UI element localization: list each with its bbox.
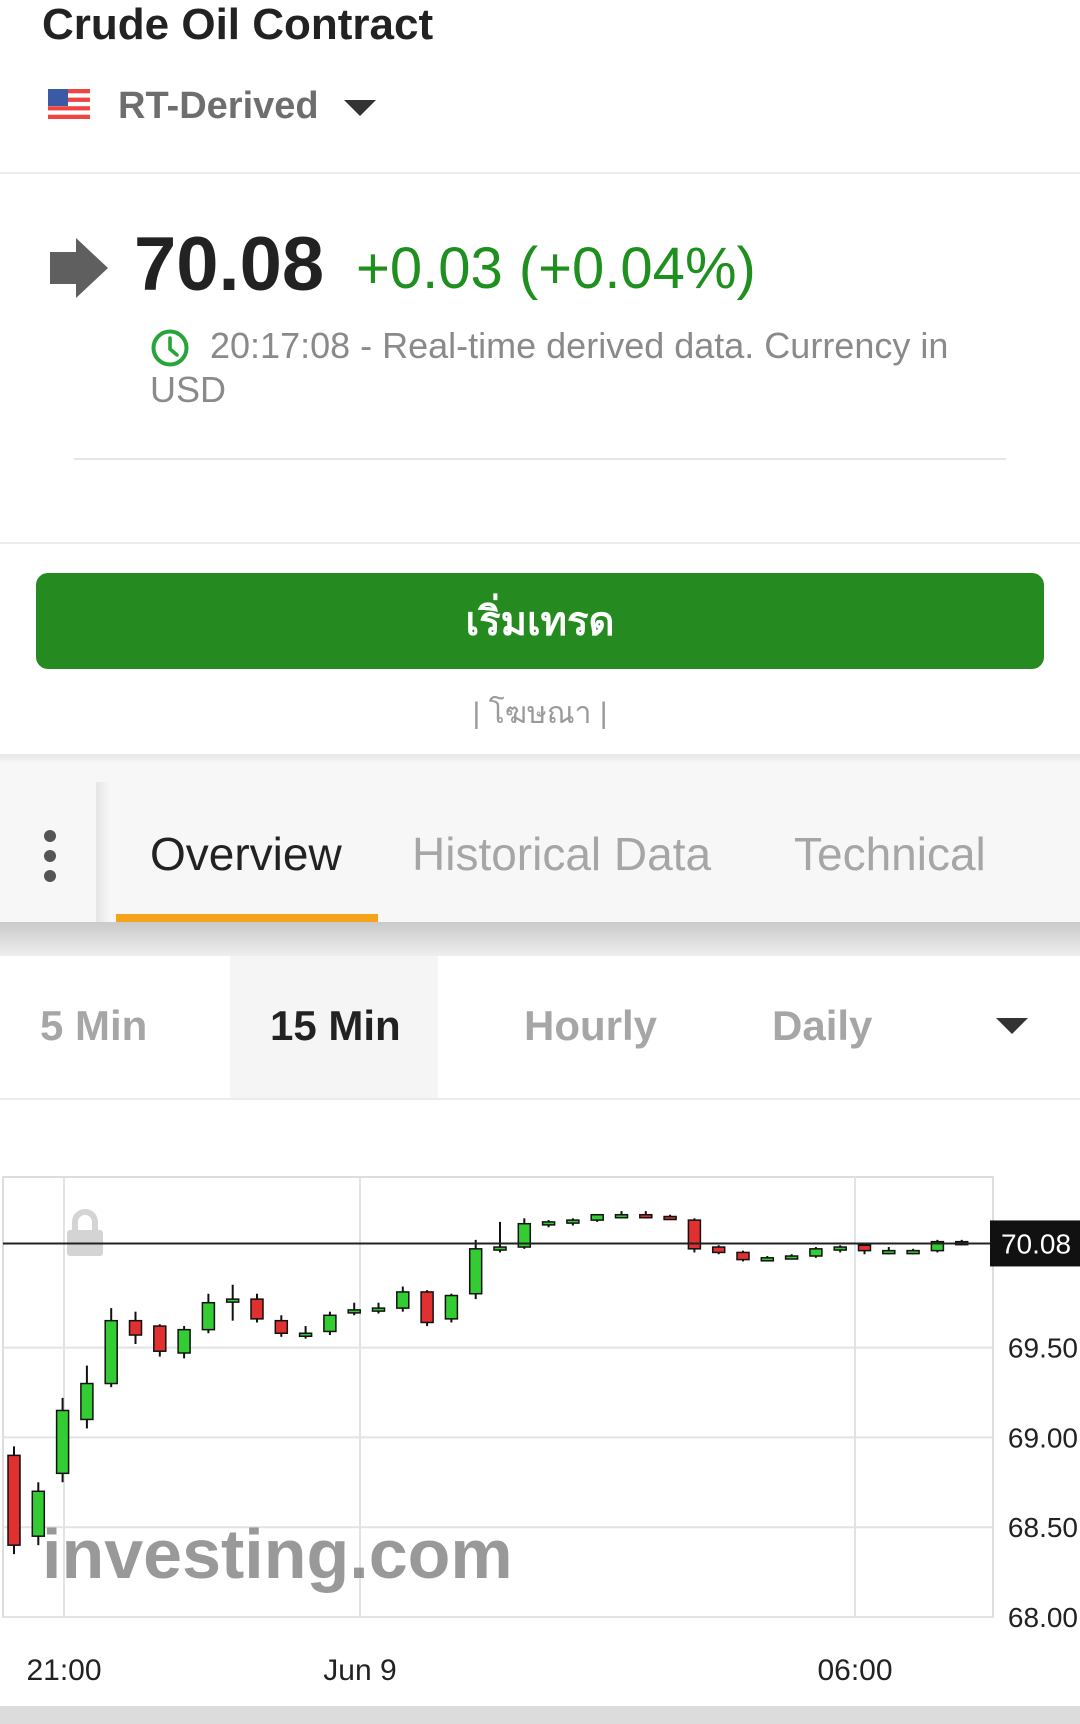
- more-vertical-icon[interactable]: [30, 828, 70, 884]
- divider: [0, 542, 1080, 544]
- divider: [0, 172, 1080, 174]
- tab-overview[interactable]: Overview: [150, 826, 342, 882]
- candle-body: [420, 1291, 434, 1324]
- candle-body: [857, 1244, 872, 1252]
- y-axis: 69.50 69.00 68.50 68.00: [1008, 1333, 1078, 1633]
- y-tick-label: 69.00: [1008, 1422, 1078, 1453]
- bottom-strip: [0, 1706, 1080, 1724]
- candle-body: [274, 1319, 289, 1334]
- page-title: Crude Oil Contract: [42, 0, 434, 49]
- start-trade-button[interactable]: เริ่มเทรด: [36, 573, 1044, 669]
- candle-body: [760, 1257, 775, 1262]
- candle-body: [882, 1249, 896, 1255]
- candle-body: [323, 1314, 337, 1333]
- last-price: 70.08: [134, 222, 325, 307]
- candle-body: [298, 1332, 313, 1337]
- candle-body: [736, 1251, 750, 1261]
- y-tick-label: 68.00: [1008, 1602, 1078, 1633]
- candle-body: [590, 1213, 604, 1221]
- tab-bar-shadow: [96, 782, 110, 922]
- candle-body: [225, 1298, 240, 1303]
- candle-body: [833, 1246, 847, 1251]
- us-flag-icon: [48, 89, 90, 119]
- candle-body: [663, 1215, 677, 1221]
- candle-body: [7, 1454, 21, 1546]
- x-tick-label: 06:00: [817, 1654, 892, 1687]
- divider: [74, 458, 1006, 460]
- interval-5-min[interactable]: 5 Min: [40, 1000, 147, 1052]
- chevron-down-icon[interactable]: [344, 100, 376, 116]
- candle-body: [493, 1246, 507, 1251]
- price-change: +0.03 (+0.04%): [356, 236, 756, 301]
- candle-body: [31, 1490, 46, 1537]
- exchange-selector[interactable]: RT-Derived: [118, 84, 319, 128]
- watermark-logo: investing.com: [42, 1515, 513, 1593]
- candle-body: [55, 1409, 70, 1475]
- section-shadow: [0, 754, 1080, 764]
- candle-body: [906, 1249, 920, 1255]
- candle-body: [784, 1255, 799, 1260]
- interval-15-min[interactable]: 15 Min: [270, 1000, 401, 1052]
- active-tab-indicator: [116, 914, 378, 922]
- candle-body: [566, 1219, 580, 1224]
- x-tick-label: 21:00: [26, 1654, 101, 1687]
- candle-body: [80, 1382, 94, 1421]
- interval-hourly[interactable]: Hourly: [524, 1000, 657, 1052]
- tab-technical[interactable]: Technical: [794, 826, 986, 882]
- candle-body: [396, 1291, 410, 1309]
- candle-body: [104, 1319, 118, 1385]
- y-tick-label: 69.50: [1008, 1333, 1078, 1364]
- candle-body: [371, 1307, 386, 1312]
- section-shadow: [0, 922, 1080, 956]
- candle-body: [347, 1309, 361, 1314]
- candle-body: [128, 1319, 143, 1336]
- interval-daily[interactable]: Daily: [772, 1000, 872, 1052]
- quote-timestamp: 20:17:08 - Real-time derived data. Curre…: [150, 325, 949, 410]
- y-tick-label: 68.50: [1008, 1512, 1078, 1543]
- candle-body: [444, 1294, 459, 1320]
- candle-body: [711, 1246, 726, 1254]
- candle-body: [468, 1248, 483, 1295]
- candle-body: [201, 1301, 216, 1331]
- current-price-label: 70.08: [1001, 1228, 1071, 1259]
- candle-body: [614, 1213, 629, 1219]
- chevron-down-icon[interactable]: [996, 1018, 1028, 1034]
- candle-body: [177, 1328, 191, 1354]
- current-price-tag: 70.08: [990, 1220, 1080, 1267]
- tab-historical-data[interactable]: Historical Data: [412, 826, 711, 882]
- candle-body: [153, 1325, 167, 1352]
- x-axis: 21:00 Jun 9 06:00: [26, 1654, 892, 1687]
- ad-label: | โฆษณา |: [472, 697, 608, 730]
- candle-body: [809, 1248, 823, 1257]
- candle-body: [250, 1298, 264, 1320]
- candle-body: [639, 1213, 653, 1219]
- candle-body: [687, 1219, 702, 1250]
- arrow-right-icon: [50, 238, 108, 298]
- x-tick-label: Jun 9: [323, 1654, 396, 1687]
- candlestick-chart[interactable]: investing.com 70.08 69.50 69.00 68.50 68.00…: [0, 1170, 1080, 1690]
- candle-body: [541, 1221, 556, 1226]
